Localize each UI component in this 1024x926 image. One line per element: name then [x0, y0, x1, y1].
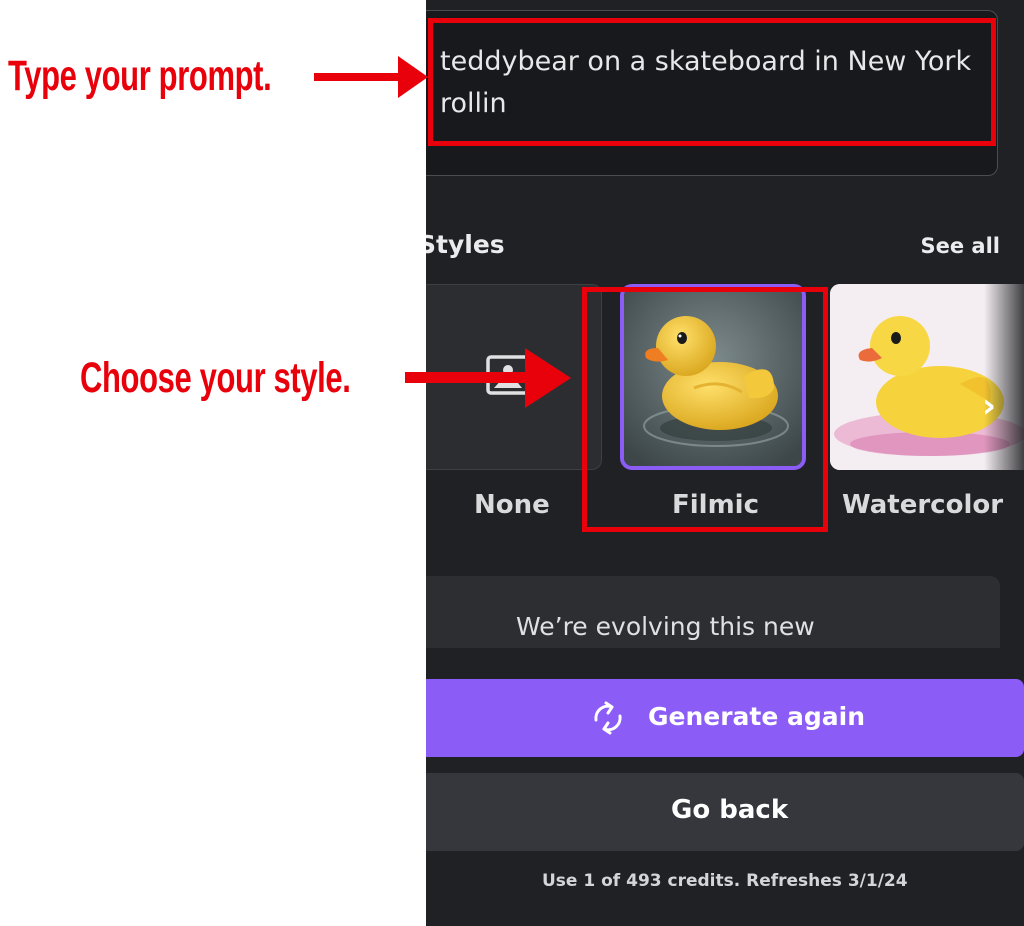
see-all-link[interactable]: See all [921, 234, 1001, 258]
chevron-right-icon[interactable]: › [982, 386, 996, 426]
style-arrow-icon [405, 348, 571, 408]
style-annotation: Choose your style. [80, 354, 351, 402]
go-back-button[interactable]: Go back [426, 773, 1024, 851]
generate-again-button[interactable]: Generate again [426, 679, 1024, 757]
prompt-arrow-icon [314, 56, 428, 98]
refresh-icon [594, 701, 622, 735]
credits-text: Use 1 of 493 credits. Refreshes 3/1/24 [542, 871, 908, 891]
carousel-fade [984, 284, 1024, 470]
style-highlight-box [582, 287, 828, 532]
prompt-annotation: Type your prompt. [8, 52, 272, 100]
go-back-label: Go back [671, 795, 789, 825]
style-label-none: None [474, 490, 550, 520]
style-card-watercolor[interactable] [830, 284, 1024, 470]
style-label-watercolor: Watercolor [842, 490, 1004, 520]
generate-again-label: Generate again [648, 702, 866, 731]
styles-heading: Styles [426, 230, 505, 259]
info-text: We’re evolving this new [516, 612, 815, 641]
info-banner: We’re evolving this new [426, 576, 1000, 648]
prompt-highlight-box [428, 18, 996, 146]
